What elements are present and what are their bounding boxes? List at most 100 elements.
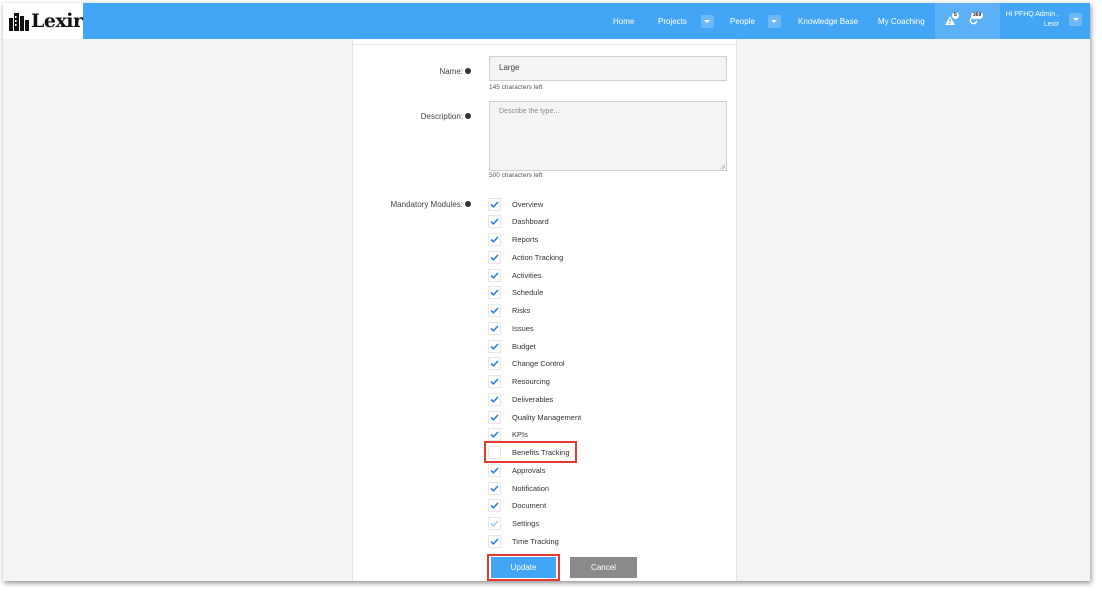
description-label-row: Description:	[421, 112, 471, 121]
alerts-count-badge: 5	[952, 12, 959, 19]
module-checkbox[interactable]	[488, 250, 501, 264]
nav-item-my-coaching[interactable]: My Coaching	[878, 3, 925, 39]
caret-down-icon[interactable]	[700, 14, 714, 28]
user-org[interactable]: Lexir	[1044, 21, 1059, 28]
nav-home-link[interactable]: Home	[613, 17, 634, 26]
edit-type-form: Name: Large 145 characters left Descript…	[352, 39, 737, 581]
check-icon	[490, 484, 499, 492]
module-label: Document	[512, 501, 547, 511]
nav-item-projects[interactable]: Projects	[658, 3, 714, 39]
description-textarea[interactable]: Describe the type...	[489, 101, 727, 171]
module-item-notification[interactable]: Notification	[488, 481, 549, 495]
check-icon	[490, 307, 499, 314]
module-item-time-tracking[interactable]: Time Tracking	[488, 534, 559, 548]
check-icon	[490, 396, 499, 403]
module-checkbox[interactable]	[488, 233, 501, 246]
check-icon	[490, 413, 499, 421]
update-button-highlight	[487, 554, 560, 581]
user-menu-caret-down-icon[interactable]	[1069, 13, 1082, 26]
module-item-issues[interactable]: Issues	[488, 321, 534, 335]
module-item-resourcing[interactable]: Resourcing	[488, 375, 550, 389]
module-item-approvals[interactable]: Approvals	[488, 463, 545, 477]
module-checkbox[interactable]	[488, 321, 501, 335]
name-input[interactable]: Large	[489, 56, 727, 81]
info-icon[interactable]	[465, 67, 471, 74]
module-item-budget[interactable]: Budget	[488, 339, 536, 353]
module-checkbox[interactable]	[488, 499, 501, 513]
info-icon[interactable]	[465, 112, 471, 119]
nav-item-knowledge-base[interactable]: Knowledge Base	[798, 3, 858, 39]
notification-area: 5 369	[935, 3, 1000, 39]
module-checkbox[interactable]	[488, 215, 501, 229]
brand-name: Lexir	[31, 10, 83, 32]
module-item-action-tracking[interactable]: Action Tracking	[488, 250, 563, 264]
module-checkbox[interactable]	[488, 304, 501, 317]
info-icon[interactable]	[465, 200, 471, 207]
module-item-risks[interactable]: Risks	[488, 304, 530, 318]
resize-grip-icon[interactable]	[719, 163, 725, 169]
module-checkbox[interactable]	[488, 410, 501, 424]
module-checkbox[interactable]	[488, 481, 501, 495]
module-label: Action Tracking	[512, 252, 564, 262]
top-navigation-bar: Lexir Home Projects People Knowledge Bas…	[3, 3, 1090, 39]
module-item-schedule[interactable]: Schedule	[488, 286, 543, 300]
module-checkbox[interactable]	[488, 357, 501, 371]
check-icon	[490, 254, 499, 261]
module-checkbox[interactable]	[488, 392, 501, 406]
module-item-dashboard[interactable]: Dashboard	[488, 215, 549, 229]
name-label-row: Name:	[439, 67, 471, 76]
name-char-counter: 145 characters left	[489, 84, 543, 91]
nav-knowledge-base-link[interactable]: Knowledge Base	[798, 17, 858, 26]
module-checkbox[interactable]	[488, 339, 501, 353]
module-label: Overview	[512, 199, 544, 209]
cancel-button[interactable]: Cancel	[570, 557, 637, 578]
nav-item-people[interactable]: People	[730, 3, 781, 39]
nav-my-coaching-link[interactable]: My Coaching	[878, 17, 925, 26]
module-item-overview[interactable]: Overview	[488, 197, 543, 211]
module-label: Quality Management	[512, 412, 582, 422]
module-item-deliverables[interactable]: Deliverables	[488, 392, 553, 406]
nav-item-home[interactable]: Home	[613, 3, 634, 39]
module-checkbox[interactable]	[488, 517, 501, 530]
mandatory-modules-label: Mandatory Modules:	[390, 200, 463, 209]
check-icon	[490, 378, 499, 385]
module-label: Risks	[512, 306, 531, 315]
module-item-document[interactable]: Document	[488, 499, 546, 513]
module-label: KPIs	[512, 430, 528, 440]
module-checkbox[interactable]	[488, 286, 501, 300]
module-checkbox[interactable]	[488, 197, 501, 211]
module-label: Approvals	[512, 465, 546, 475]
nav-people-link[interactable]: People	[730, 17, 755, 26]
module-item-kpis[interactable]: KPIs	[488, 428, 528, 442]
brand-logo[interactable]: Lexir	[3, 3, 83, 39]
module-item-quality-management[interactable]: Quality Management	[488, 410, 581, 424]
module-checkbox[interactable]	[488, 534, 501, 548]
module-checkbox[interactable]	[488, 463, 501, 477]
check-icon	[490, 271, 499, 279]
module-item-settings[interactable]: Settings	[488, 517, 539, 531]
name-label: Name:	[439, 67, 463, 76]
module-item-activities[interactable]: Activities	[488, 268, 542, 282]
check-icon	[490, 431, 499, 439]
module-item-change-control[interactable]: Change Control	[488, 357, 565, 371]
module-label: Activities	[512, 270, 542, 280]
module-checkbox[interactable]	[488, 428, 501, 442]
module-label: Reports	[512, 235, 539, 244]
module-label: Time Tracking	[512, 536, 559, 546]
check-icon	[490, 538, 499, 545]
module-label: Change Control	[512, 359, 565, 369]
module-label: Settings	[512, 519, 540, 528]
check-icon	[490, 325, 499, 332]
module-checkbox[interactable]	[488, 375, 501, 388]
user-greeting[interactable]: Hi PFHQ Admin ,	[1006, 11, 1059, 18]
module-item-reports[interactable]: Reports	[488, 233, 538, 247]
nav-projects-link[interactable]: Projects	[658, 17, 687, 26]
app-window: Lexir Home Projects People Knowledge Bas…	[3, 3, 1090, 581]
module-checkbox[interactable]	[488, 268, 501, 282]
caret-down-icon[interactable]	[767, 14, 781, 28]
description-char-counter: 500 characters left	[489, 172, 543, 179]
divider	[353, 44, 736, 45]
check-icon	[490, 502, 499, 510]
check-icon	[490, 218, 499, 226]
check-icon	[490, 289, 499, 297]
